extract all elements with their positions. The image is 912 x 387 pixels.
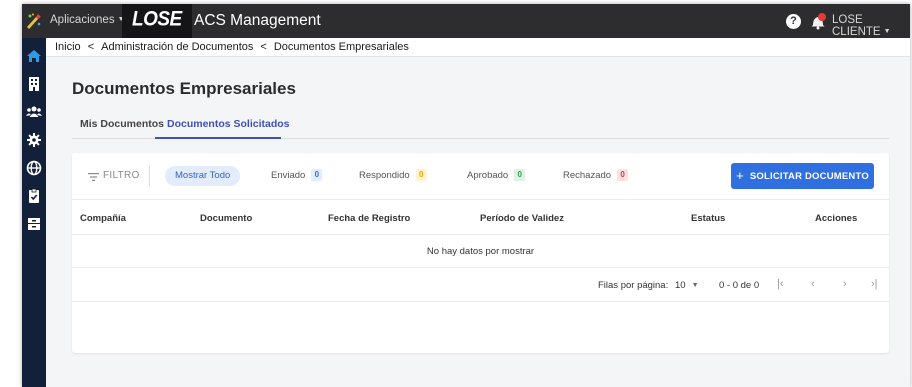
table-row: No hay datos por mostrar — [72, 235, 889, 268]
tab-documentos-solicitados[interactable]: Documentos Solicitados — [167, 118, 290, 130]
brand-logo[interactable]: LOSE — [122, 4, 192, 40]
chip-rechazado-count: 0 — [617, 169, 629, 181]
chip-respondido-label: Respondido — [359, 170, 410, 181]
user-caret-icon: ▼ — [883, 28, 891, 35]
filter-divider — [149, 166, 150, 186]
rows-per-page-value: 10 — [675, 280, 686, 291]
chip-mostrar-todo[interactable]: Mostrar Todo — [165, 166, 241, 186]
previous-page-icon[interactable]: ‹ — [811, 278, 815, 290]
home-icon[interactable] — [26, 48, 42, 64]
user-menu[interactable]: LOSE CLIENTE ▼ — [832, 14, 910, 38]
chip-respondido[interactable]: Respondido 0 — [359, 166, 427, 186]
chip-enviado-label: Enviado — [271, 170, 306, 181]
sidebar — [22, 38, 46, 387]
pagination-bar: Filas por página: 10 ▼ 0 - 0 de 0 |‹ ‹ › … — [72, 268, 889, 302]
breadcrumb: Inicio < Administración de Documentos < Docu… — [55, 41, 409, 53]
rows-per-page-select[interactable]: 10 ▼ — [675, 280, 699, 291]
chip-enviado[interactable]: Enviado 0 — [271, 166, 323, 186]
clipboard-check-icon[interactable] — [26, 188, 42, 204]
page-title: Documentos Empresariales — [72, 79, 296, 98]
pagination-range: 0 - 0 de 0 — [719, 280, 760, 291]
column-header-compania[interactable]: Compañía — [80, 213, 126, 224]
app-title: ACS Management — [194, 12, 321, 29]
request-document-label: SOLICITAR DOCUMENTO — [749, 171, 869, 182]
breadcrumb-separator: < — [260, 41, 267, 53]
chip-aprobado-label: Aprobado — [467, 170, 509, 181]
settings-gear-icon[interactable] — [26, 132, 42, 148]
filter-lines-icon — [88, 173, 99, 181]
globe-icon[interactable] — [26, 160, 42, 176]
archive-drawer-icon[interactable] — [26, 216, 42, 232]
column-header-documento[interactable]: Documento — [200, 213, 252, 224]
chip-aprobado-count: 0 — [514, 169, 526, 181]
app-launcher-icon[interactable] — [25, 12, 43, 30]
chip-respondido-count: 0 — [415, 169, 427, 181]
request-document-button[interactable]: + SOLICITAR DOCUMENTO — [731, 163, 874, 189]
column-header-estatus[interactable]: Estatus — [691, 213, 725, 224]
breadcrumb-item-inicio[interactable]: Inicio — [55, 41, 81, 53]
chip-enviado-count: 0 — [311, 169, 323, 181]
breadcrumb-bar: Inicio < Administración de Documentos < Docu… — [46, 38, 910, 57]
rows-per-page-caret-icon: ▼ — [691, 282, 699, 289]
app-window: Aplicaciones▼ LOSE ACS Management ? LOSE… — [22, 4, 910, 387]
breadcrumb-separator: < — [87, 41, 95, 53]
chip-aprobado[interactable]: Aprobado 0 — [467, 166, 526, 186]
breadcrumb-item-administracion[interactable]: Administración de Documentos — [101, 41, 253, 53]
tab-mis-documentos[interactable]: Mis Documentos — [80, 118, 164, 130]
empty-table-message: No hay datos por mostrar — [426, 246, 535, 257]
apps-menu[interactable]: Aplicaciones▼ — [50, 14, 125, 26]
filter-button[interactable]: FILTRO — [103, 170, 140, 181]
active-tab-indicator — [155, 137, 281, 139]
column-header-fecha-registro[interactable]: Fecha de Registro — [328, 213, 410, 224]
first-page-icon[interactable]: |‹ — [777, 278, 784, 290]
breadcrumb-item-current: Documentos Empresariales — [273, 41, 409, 53]
notification-bell-icon[interactable] — [810, 12, 826, 30]
documents-card: FILTRO Mostrar Todo Enviado 0 Respondido 0… — [72, 153, 889, 353]
chip-rechazado[interactable]: Rechazado 0 — [563, 166, 629, 186]
user-menu-label: LOSE CLIENTE — [832, 14, 881, 38]
plus-icon: + — [736, 168, 744, 183]
last-page-icon[interactable]: ›| — [871, 278, 878, 290]
tab-bar: Mis Documentos Documentos Solicitados — [72, 114, 889, 139]
column-header-periodo-validez[interactable]: Período de Validez — [480, 213, 564, 224]
building-icon[interactable] — [26, 76, 42, 92]
table-header: Compañía Documento Fecha de Registro Per… — [72, 199, 889, 235]
next-page-icon[interactable]: › — [843, 278, 847, 290]
users-icon[interactable] — [26, 104, 42, 120]
chip-rechazado-label: Rechazado — [563, 170, 612, 181]
rows-per-page-label: Filas por página: — [598, 280, 669, 291]
help-icon[interactable]: ? — [786, 14, 801, 29]
top-bar: Aplicaciones▼ LOSE ACS Management ? LOSE… — [22, 4, 910, 40]
apps-menu-label: Aplicaciones — [50, 14, 115, 26]
column-header-acciones: Acciones — [815, 213, 858, 224]
filter-bar: FILTRO Mostrar Todo Enviado 0 Respondido 0… — [72, 153, 889, 199]
